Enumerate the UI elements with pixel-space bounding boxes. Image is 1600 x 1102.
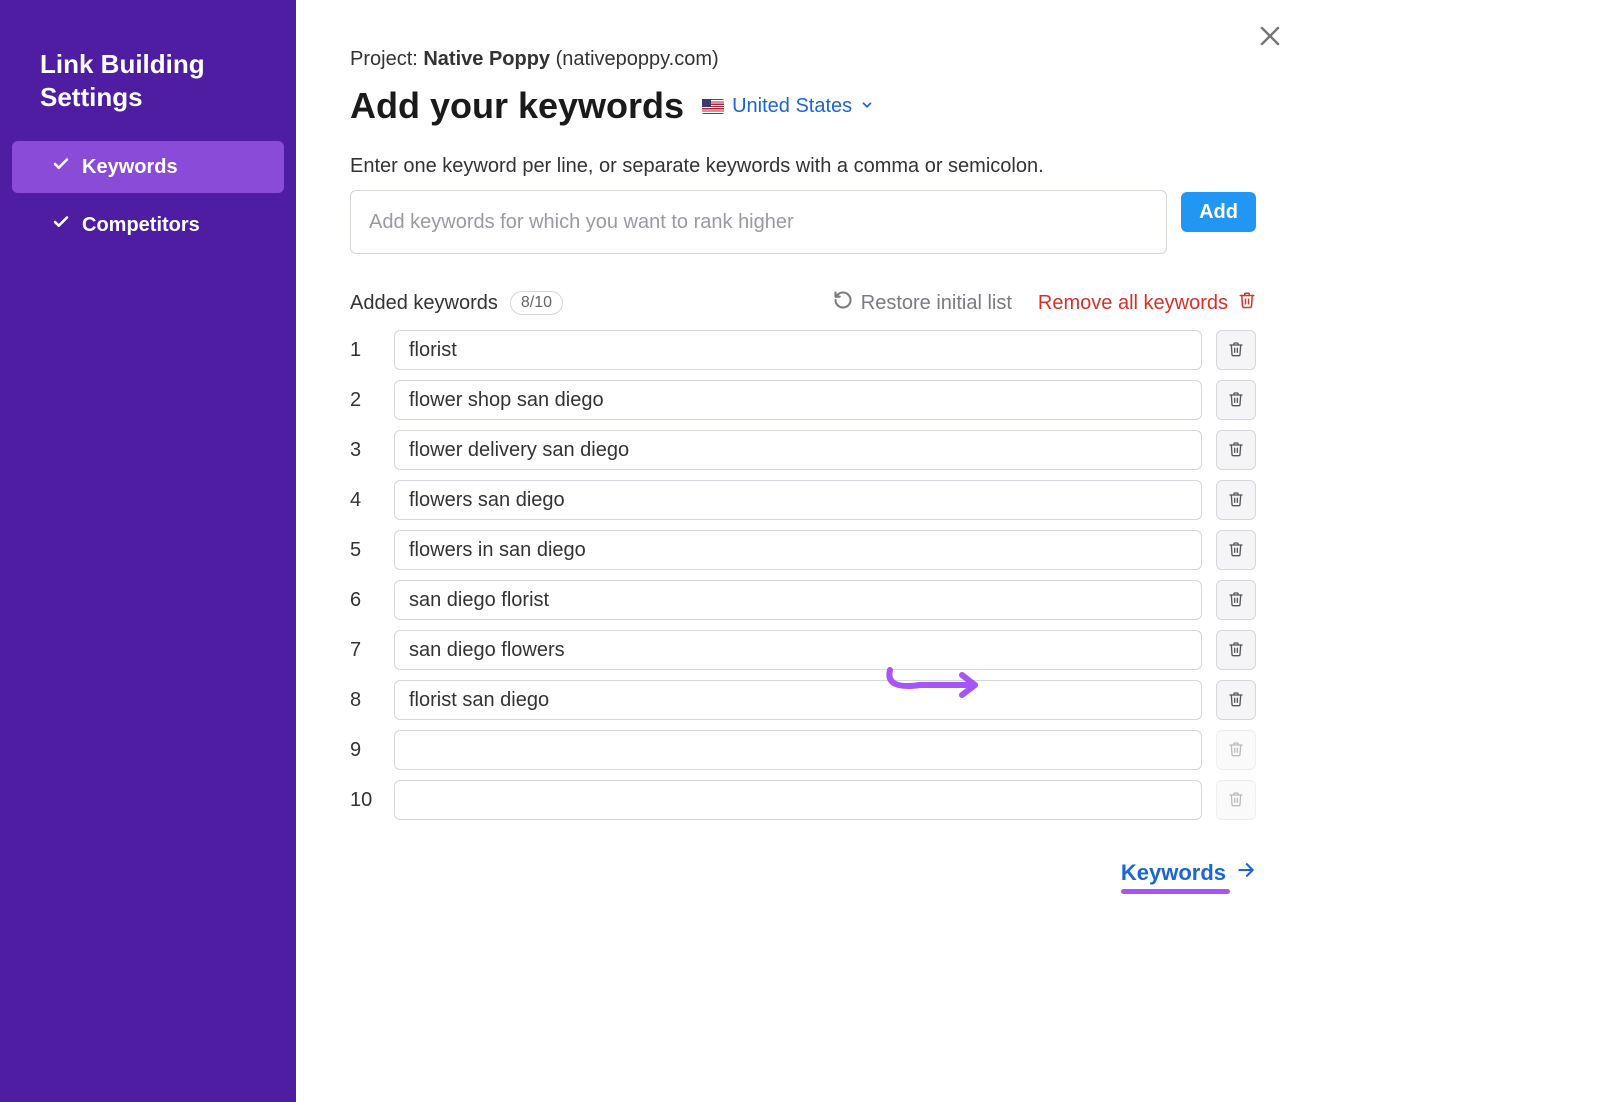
trash-icon bbox=[1228, 490, 1244, 511]
row-number: 9 bbox=[350, 739, 380, 762]
delete-keyword-button bbox=[1216, 780, 1256, 820]
keyword-row: 7 bbox=[350, 630, 1256, 670]
us-flag-icon bbox=[702, 99, 724, 114]
delete-keyword-button[interactable] bbox=[1216, 480, 1256, 520]
keyword-row-input[interactable] bbox=[394, 380, 1202, 420]
keyword-row-input[interactable] bbox=[394, 780, 1202, 820]
restore-icon bbox=[833, 290, 853, 316]
trash-icon bbox=[1228, 790, 1244, 811]
trash-icon bbox=[1228, 540, 1244, 561]
row-number: 6 bbox=[350, 589, 380, 612]
keyword-row: 8 bbox=[350, 680, 1256, 720]
keyword-row: 2 bbox=[350, 380, 1256, 420]
page-title: Add your keywords bbox=[350, 85, 684, 127]
keyword-row-input[interactable] bbox=[394, 680, 1202, 720]
keyword-row-input[interactable] bbox=[394, 480, 1202, 520]
project-prefix: Project: bbox=[350, 48, 423, 70]
keyword-row: 4 bbox=[350, 480, 1256, 520]
delete-keyword-button[interactable] bbox=[1216, 430, 1256, 470]
help-text: Enter one keyword per line, or separate … bbox=[350, 155, 1256, 178]
row-number: 4 bbox=[350, 489, 380, 512]
keyword-row-input[interactable] bbox=[394, 330, 1202, 370]
chevron-down-icon bbox=[860, 95, 874, 118]
keyword-row: 9 bbox=[350, 730, 1256, 770]
keyword-row-input[interactable] bbox=[394, 530, 1202, 570]
restore-label: Restore initial list bbox=[861, 292, 1012, 315]
trash-icon bbox=[1228, 740, 1244, 761]
keyword-row-input[interactable] bbox=[394, 430, 1202, 470]
sidebar-item-keywords[interactable]: Keywords bbox=[12, 141, 284, 193]
keyword-list: 1 2 3 4 bbox=[350, 330, 1256, 820]
keyword-row-input[interactable] bbox=[394, 580, 1202, 620]
row-number: 3 bbox=[350, 439, 380, 462]
delete-keyword-button[interactable] bbox=[1216, 530, 1256, 570]
trash-icon bbox=[1228, 640, 1244, 661]
sidebar-item-label: Competitors bbox=[82, 214, 200, 237]
row-number: 7 bbox=[350, 639, 380, 662]
delete-keyword-button[interactable] bbox=[1216, 680, 1256, 720]
annotation-underline bbox=[1121, 889, 1230, 894]
row-number: 8 bbox=[350, 689, 380, 712]
row-number: 5 bbox=[350, 539, 380, 562]
keyword-row: 5 bbox=[350, 530, 1256, 570]
trash-icon bbox=[1228, 440, 1244, 461]
trash-icon bbox=[1228, 690, 1244, 711]
project-domain: (nativepoppy.com) bbox=[550, 48, 719, 70]
trash-icon bbox=[1238, 290, 1256, 316]
check-icon bbox=[52, 155, 70, 179]
row-number: 1 bbox=[350, 339, 380, 362]
next-label: Keywords bbox=[1121, 860, 1226, 886]
keyword-count: 8/10 bbox=[510, 291, 563, 315]
delete-keyword-button[interactable] bbox=[1216, 630, 1256, 670]
keyword-row-input[interactable] bbox=[394, 630, 1202, 670]
sidebar: Link Building Settings Keywords Competit… bbox=[0, 0, 296, 1102]
keyword-input[interactable] bbox=[350, 190, 1167, 254]
trash-icon bbox=[1228, 340, 1244, 361]
sidebar-title: Link Building Settings bbox=[0, 48, 296, 141]
project-line: Project: Native Poppy (nativepoppy.com) bbox=[350, 48, 1256, 71]
arrow-right-icon bbox=[1236, 860, 1256, 886]
delete-keyword-button[interactable] bbox=[1216, 580, 1256, 620]
delete-keyword-button[interactable] bbox=[1216, 330, 1256, 370]
country-selector[interactable]: United States bbox=[702, 95, 874, 118]
project-name: Native Poppy bbox=[423, 48, 550, 70]
country-label: United States bbox=[732, 95, 852, 118]
sidebar-item-competitors[interactable]: Competitors bbox=[12, 199, 284, 251]
delete-keyword-button[interactable] bbox=[1216, 380, 1256, 420]
keyword-row: 6 bbox=[350, 580, 1256, 620]
remove-all-label: Remove all keywords bbox=[1038, 292, 1228, 315]
delete-keyword-button bbox=[1216, 730, 1256, 770]
remove-all-keywords[interactable]: Remove all keywords bbox=[1038, 290, 1256, 316]
row-number: 2 bbox=[350, 389, 380, 412]
add-button[interactable]: Add bbox=[1181, 192, 1256, 232]
keyword-row: 1 bbox=[350, 330, 1256, 370]
row-number: 10 bbox=[350, 789, 380, 812]
trash-icon bbox=[1228, 590, 1244, 611]
main: Project: Native Poppy (nativepoppy.com) … bbox=[296, 0, 1310, 910]
trash-icon bbox=[1228, 390, 1244, 411]
keyword-row: 3 bbox=[350, 430, 1256, 470]
check-icon bbox=[52, 213, 70, 237]
close-icon bbox=[1258, 36, 1282, 51]
sidebar-item-label: Keywords bbox=[82, 156, 178, 179]
restore-initial-list[interactable]: Restore initial list bbox=[833, 290, 1012, 316]
keyword-row: 10 bbox=[350, 780, 1256, 820]
next-keywords-button[interactable]: Keywords bbox=[1121, 860, 1256, 886]
keyword-row-input[interactable] bbox=[394, 730, 1202, 770]
close-button[interactable] bbox=[1252, 18, 1288, 57]
added-keywords-label: Added keywords bbox=[350, 292, 498, 315]
